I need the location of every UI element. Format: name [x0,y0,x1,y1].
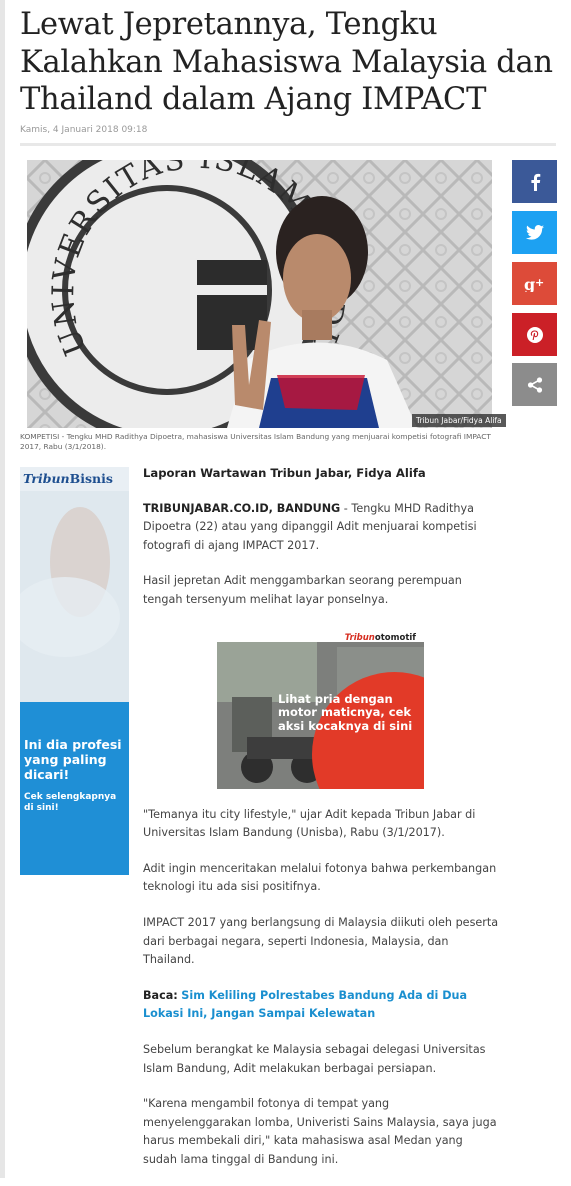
share-twitter-button[interactable] [512,211,557,254]
google-plus-icon: g + [524,276,544,292]
photo-caption: KOMPETISI - Tengku MHD Radithya Dipoetra… [20,432,491,451]
dateline: TRIBUNJABAR.CO.ID, BANDUNG [143,501,341,515]
share-icon [527,376,542,393]
article-title: Lewat Jepretannya, Tengku Kalahkan Mahas… [20,7,553,117]
svg-text:+: + [535,276,544,289]
paragraph-5: IMPACT 2017 yang berlangsung di Malaysia… [143,915,499,967]
paragraph-2: Hasil jepretan Adit menggambarkan seoran… [143,574,462,606]
paragraph-4: Adit ingin menceritakan melalui fotonya … [143,861,497,894]
svg-text:g: g [524,276,535,292]
twitter-icon [525,225,544,240]
share-pinterest-button[interactable] [512,313,557,356]
reporter-line: Laporan Wartawan Tribun Jabar, Fidya Ali… [143,466,426,480]
pinterest-icon [526,326,543,343]
left-edge-bar [0,0,5,1178]
ad-cta: Cek selengkapnya di sini! [24,792,117,813]
title-divider [20,143,556,146]
ad-blue-panel [20,702,129,875]
article-body: Laporan Wartawan Tribun Jabar, Fidya Ali… [143,464,500,1186]
share-facebook-button[interactable] [512,160,557,203]
related-article-link[interactable]: Sim Keliling Polrestabes Bandung Ada di … [143,989,467,1021]
article-date: Kamis, 4 Januari 2018 09:18 [20,125,148,135]
facebook-icon [530,173,540,191]
paragraph-7: "Karena mengambil fotonya di tempat yang… [143,1097,497,1166]
baca-juga: Baca: Sim Keliling Polrestabes Bandung A… [143,987,500,1024]
share-google-plus-button[interactable]: g + [512,262,557,305]
ad-headline: Ini dia profesi yang paling dicari! [24,737,122,782]
tribunbisnis-logo: TribunBisnis [23,471,113,486]
paragraph-3: "Temanya itu city lifestyle," ujar Adit … [143,807,476,840]
share-more-button[interactable] [512,363,557,406]
tribunotomotif-ad-banner[interactable]: Tribunotomotif Lihat pria dengan motor m… [217,626,424,789]
baca-label: Baca: [143,988,178,1002]
paragraph-6: Sebelum berangkat ke Malaysia sebagai de… [143,1042,486,1075]
article-photo: UNIVERSITAS ISLAM BANDUNG [27,160,492,428]
photo-credit: Tribun Jabar/Fidya Alifa [412,414,506,427]
tribunotomotif-logo: Tribunotomotif [344,632,416,643]
ad-promo-text: Lihat pria dengan motor maticnya, cek ak… [278,691,413,733]
tribunbisnis-ad-banner[interactable]: TribunBisnis Ini dia profesi yang paling… [20,467,129,875]
paragraph-1: TRIBUNJABAR.CO.ID, BANDUNG - Tengku MHD … [143,501,477,552]
